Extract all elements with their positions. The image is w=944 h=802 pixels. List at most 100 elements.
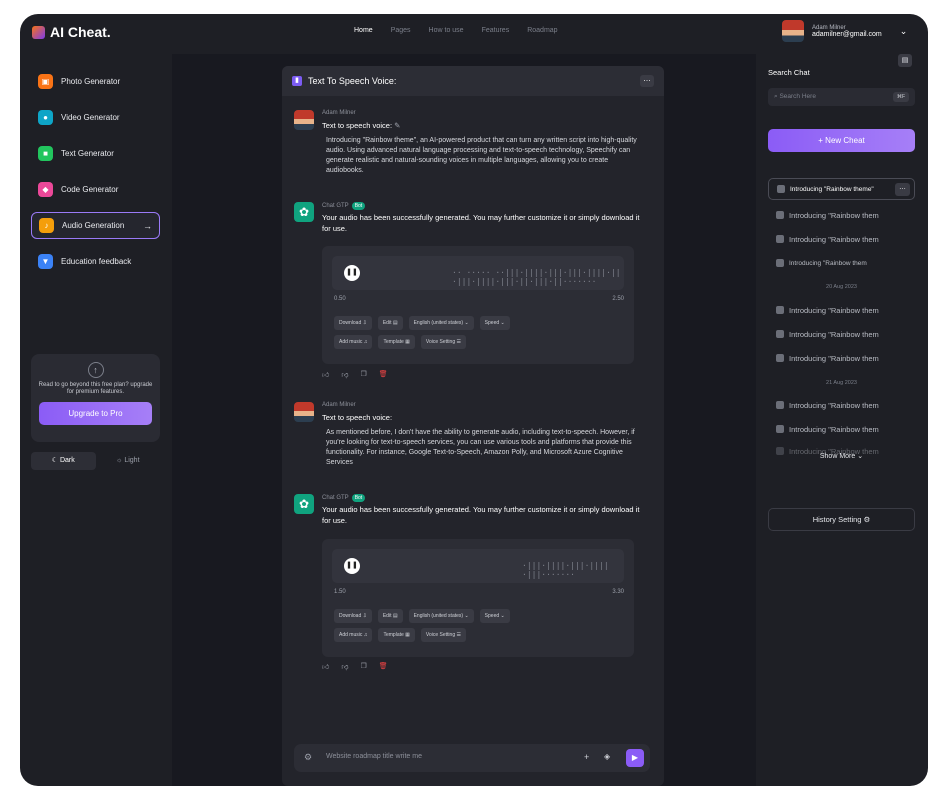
more-options-button[interactable]: … — [895, 182, 910, 196]
message-title: Text to speech voice: — [322, 121, 393, 130]
pause-icon[interactable]: ❚❚ — [344, 265, 360, 281]
upgrade-text: Read to go beyond this free plan? upgrad… — [38, 382, 153, 395]
history-panel: ▤ Search Chat ⌕ Search Here ⌘F + New Che… — [760, 54, 928, 786]
speed-select[interactable]: Speed ⌄ — [479, 609, 510, 623]
sidebar-item-video-generator[interactable]: ● Video Generator — [31, 104, 160, 131]
user-menu[interactable]: Adam Milner adamilner@gmail.com ⌄ — [782, 20, 907, 42]
nav-how-to-use[interactable]: How to use — [429, 27, 464, 34]
message-input[interactable]: Website roadmap title write me — [326, 753, 422, 760]
chip-label: English (united states) — [413, 320, 464, 326]
history-item-selected[interactable]: Introducing "Rainbow theme" … — [768, 178, 915, 200]
edit-button[interactable]: Edit ▤ — [377, 316, 403, 330]
more-options-button[interactable]: … — [640, 75, 654, 87]
chip-label: Edit — [382, 613, 392, 619]
nav-roadmap[interactable]: Roadmap — [527, 27, 557, 34]
nav-home[interactable]: Home — [354, 27, 373, 34]
chip-label: Voice Setting — [425, 632, 456, 638]
theme-dark-label: Dark — [59, 457, 75, 464]
copy-icon[interactable]: ❐ — [360, 370, 366, 379]
microphone-icon[interactable]: ◈ — [604, 752, 610, 761]
show-more-label: Show More — [819, 453, 856, 460]
add-music-button[interactable]: Add music ♫ — [334, 335, 373, 349]
chip-label: Add music — [339, 632, 363, 638]
brand-logo[interactable]: AI Cheat. — [32, 24, 111, 40]
text-icon: ■ — [38, 146, 53, 161]
download-button[interactable]: Download ⇩ — [334, 316, 372, 330]
message-author: Adam Milner — [322, 402, 356, 408]
history-item[interactable]: Introducing "Rainbow them — [768, 323, 915, 345]
chat-icon — [777, 185, 785, 193]
edit-icon[interactable]: ✎ — [394, 121, 400, 130]
history-item-label: Introducing "Rainbow theme" — [790, 185, 874, 193]
thumbs-up-icon[interactable]: 👍︎ — [322, 662, 329, 671]
download-button[interactable]: Download ⇩ — [334, 609, 372, 623]
audio-current-time: 1.50 — [334, 589, 346, 595]
theme-dark-button[interactable]: ☾ Dark — [31, 452, 96, 470]
main-nav: Home Pages How to use Features Roadmap — [354, 27, 558, 34]
voice-setting-button[interactable]: Voice Setting ☰ — [420, 628, 466, 642]
history-item[interactable]: Introducing "Rainbow them — [768, 394, 915, 416]
template-button[interactable]: Template ▦ — [378, 335, 415, 349]
theme-light-button[interactable]: ☼ Light — [96, 452, 161, 470]
message-author-row: Chat GTP Bot — [322, 494, 366, 502]
plus-icon[interactable]: + — [584, 752, 589, 762]
thumbs-down-icon[interactable]: 👎︎ — [341, 370, 348, 379]
voice-setting-button[interactable]: Voice Setting ☰ — [420, 335, 466, 349]
template-button[interactable]: Template ▦ — [378, 628, 415, 642]
sidebar-item-photo-generator[interactable]: ▣ Photo Generator — [31, 68, 160, 95]
sidebar-item-education-feedback[interactable]: ▼ Education feedback — [31, 248, 160, 275]
sidebar-item-label: Photo Generator — [61, 77, 121, 86]
image-icon: ▣ — [38, 74, 53, 89]
message-author: Chat GTP — [322, 203, 349, 209]
new-chat-button[interactable]: + New Cheat — [768, 129, 915, 152]
video-icon: ● — [38, 110, 53, 125]
audio-times: 1.50 3.30 — [334, 589, 624, 595]
language-select[interactable]: English (united states) ⌄ — [408, 609, 474, 623]
speed-select[interactable]: Speed ⌄ — [479, 316, 510, 330]
delete-icon[interactable]: 🗑︎ — [379, 662, 388, 671]
show-more-button[interactable]: Show More ⌄ — [768, 452, 915, 460]
sidebar-item-audio-generation[interactable]: ♪ Audio Generation → — [31, 212, 160, 239]
chat-icon — [776, 306, 784, 314]
copy-icon[interactable]: ❐ — [360, 662, 366, 671]
send-button[interactable]: ▶ — [626, 749, 644, 767]
thumbs-up-icon[interactable]: 👍︎ — [322, 370, 329, 379]
chip-label: Speed — [484, 613, 500, 619]
upgrade-button[interactable]: Upgrade to Pro — [39, 402, 152, 425]
thumbs-down-icon[interactable]: 👎︎ — [341, 662, 348, 671]
top-bar: AI Cheat. Home Pages How to use Features… — [20, 14, 928, 54]
sidebar-item-text-generator[interactable]: ■ Text Generator — [31, 140, 160, 167]
app-window: AI Cheat. Home Pages How to use Features… — [20, 14, 928, 786]
chat-icon — [776, 354, 784, 362]
history-date: 20 Aug 2023 — [826, 284, 857, 290]
gear-icon[interactable]: ⚙ — [304, 752, 312, 763]
message-author: Chat GTP — [322, 495, 349, 501]
edit-button[interactable]: Edit ▤ — [377, 609, 403, 623]
save-icon[interactable]: ▤ — [898, 54, 912, 67]
chevron-down-icon[interactable]: ⌄ — [900, 26, 908, 37]
waveform[interactable]: ❚❚ ·|||·||||·|||·||||·|||······· — [332, 549, 624, 583]
history-setting-button[interactable]: History Setting ⚙ — [768, 508, 915, 531]
delete-icon[interactable]: 🗑︎ — [379, 370, 388, 379]
history-item[interactable]: Introducing "Rainbow them — [768, 418, 915, 440]
search-input[interactable]: ⌕ Search Here ⌘F — [768, 88, 915, 106]
history-item[interactable]: Introducing "Rainbow them — [768, 347, 915, 369]
history-item[interactable]: Introducing "Rainbow them — [768, 204, 915, 226]
add-music-button[interactable]: Add music ♫ — [334, 628, 373, 642]
message-composer: ⚙ Website roadmap title write me + ◈ ▶ — [294, 744, 650, 772]
chatgpt-icon: ✿ — [294, 494, 314, 514]
sidebar-item-code-generator[interactable]: ◆ Code Generator — [31, 176, 160, 203]
sidebar-item-label: Audio Generation — [62, 221, 125, 230]
history-item[interactable]: Introducing "Rainbow them — [768, 228, 915, 250]
language-select[interactable]: English (united states) ⌄ — [408, 316, 474, 330]
pause-icon[interactable]: ❚❚ — [344, 558, 360, 574]
chat-icon — [776, 235, 784, 243]
history-item[interactable]: Introducing "Rainbow them — [768, 252, 915, 274]
chevron-down-icon: ⌄ — [857, 453, 864, 460]
message-author: Adam Milner — [322, 110, 356, 116]
history-item[interactable]: Introducing "Rainbow them — [768, 299, 915, 321]
nav-features[interactable]: Features — [482, 27, 510, 34]
sidebar-item-label: Education feedback — [61, 257, 132, 266]
waveform[interactable]: ❚❚ ·· ····· ··|||·||||·|||·|||·||||·||·|… — [332, 256, 624, 290]
nav-pages[interactable]: Pages — [391, 27, 411, 34]
